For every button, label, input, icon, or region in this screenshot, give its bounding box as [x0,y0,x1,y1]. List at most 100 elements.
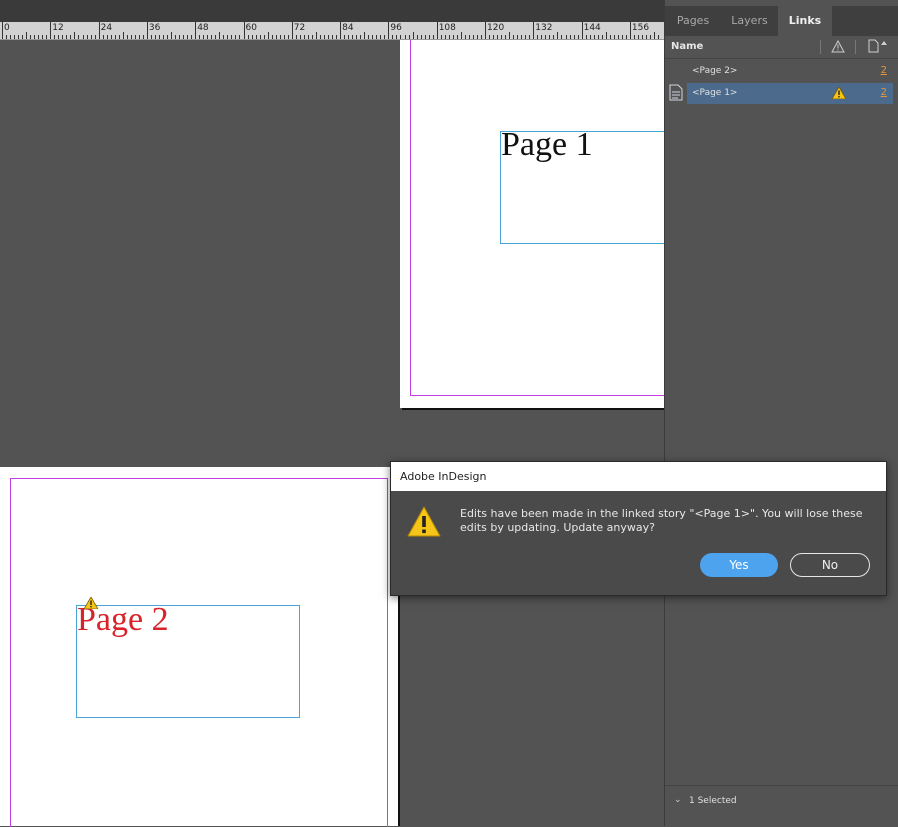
ruler-minor-tick [126,35,128,39]
ruler-minor-tick [30,35,32,39]
ruler-minor-tick [223,35,225,39]
name-column-label[interactable]: Name [671,41,703,52]
modified-warning-icon[interactable] [832,87,846,99]
ruler-minor-tick [62,35,64,39]
ruler-minor-tick [114,35,116,39]
ruler-minor-tick [267,32,269,39]
column-divider [855,40,856,54]
ruler-minor-tick [356,35,358,39]
ruler-minor-tick [637,35,639,39]
ruler-minor-tick [501,35,503,39]
ruler-tick-label: 144 [583,23,601,33]
ruler-minor-tick [34,35,36,39]
status-column-warning-icon[interactable] [831,40,845,53]
ruler-minor-tick [521,35,523,39]
panel-tabs: Pages Layers Links [665,6,898,36]
no-button[interactable]: No [790,553,870,577]
ruler-minor-tick [625,35,627,39]
page-2[interactable]: Page 2 [0,467,400,827]
page-1-text[interactable]: Page 1 [501,126,593,164]
column-divider [820,40,821,54]
ruler-minor-tick [86,35,88,39]
ruler-minor-tick [163,35,164,39]
ruler-minor-tick [187,35,189,39]
ruler-tick-label: 60 [245,23,257,33]
ruler-minor-tick [38,35,40,39]
ruler-minor-tick [529,35,531,39]
ruler-minor-tick [344,35,346,39]
ruler-minor-tick [118,35,120,39]
ruler-minor-tick [279,35,281,39]
yes-button[interactable]: Yes [700,553,778,577]
ruler-minor-tick [42,35,44,39]
ruler-minor-tick [18,35,20,39]
dialog-titlebar[interactable]: Adobe InDesign [391,462,886,491]
ruler-minor-tick [593,35,595,39]
chevron-down-icon[interactable]: ⌄ [674,795,682,805]
link-row-page-1[interactable]: <Page 1> 2 [687,83,893,104]
warning-icon [407,506,441,537]
page-column-icon[interactable] [868,39,888,53]
ruler-minor-tick [404,35,406,39]
ruler-minor-tick [654,32,656,39]
ruler-tick-label: 12 [52,23,64,33]
ruler-minor-tick [167,35,169,39]
ruler-minor-tick [295,35,297,39]
ruler-minor-tick [557,32,559,39]
ruler-minor-tick [605,32,607,39]
ruler-minor-tick [565,35,567,39]
ruler-minor-tick [553,35,555,39]
ruler-minor-tick [460,32,462,39]
tab-pages[interactable]: Pages [665,6,721,36]
ruler-minor-tick [400,35,402,39]
ruler-minor-tick [493,35,495,39]
ruler-minor-tick [183,35,185,39]
ruler-minor-tick [396,35,398,39]
ruler-minor-tick [315,32,317,39]
ruler-minor-tick [505,35,507,39]
ruler-major-tick [195,22,197,39]
tab-layers[interactable]: Layers [721,6,778,36]
ruler-major-tick [340,22,342,39]
ruler-minor-tick [247,35,249,39]
ruler-minor-tick [299,35,301,39]
selection-count: 1 Selected [689,796,737,806]
ruler-minor-tick [66,35,68,39]
ruler-minor-tick [489,35,491,39]
ruler-minor-tick [517,35,519,39]
ruler-minor-tick [541,35,543,39]
ruler-minor-tick [259,35,261,39]
ruler-minor-tick [613,35,615,39]
ruler-minor-tick [22,35,24,39]
link-page-number[interactable]: 2 [881,87,887,98]
ruler-minor-tick [384,35,386,39]
ruler-tick-label: 72 [293,23,306,33]
ruler-minor-tick [420,35,422,39]
ruler-minor-tick [336,35,338,39]
ruler-minor-tick [6,35,8,39]
ruler-minor-tick [215,35,217,39]
page-1[interactable]: Page 1 [400,40,665,408]
ruler-minor-tick [549,35,551,39]
ruler-minor-tick [352,35,354,39]
ruler-minor-tick [424,35,426,39]
link-page-number[interactable]: 2 [881,65,887,76]
ruler-minor-tick [219,32,221,39]
ruler-minor-tick [597,35,599,39]
ruler-minor-tick [448,35,450,39]
modified-link-warning-icon[interactable] [84,597,98,609]
ruler-minor-tick [472,35,474,39]
tab-links[interactable]: Links [778,6,832,36]
ruler-minor-tick [585,35,587,39]
ruler-minor-tick [74,32,76,39]
ruler-tick-label: 96 [390,23,402,33]
ruler-minor-tick [440,35,442,39]
ruler-minor-tick [235,35,237,39]
ruler-tick-label: 156 [631,23,650,33]
ruler-major-tick [581,22,583,39]
link-name: <Page 1> [692,88,738,98]
ruler-minor-tick [203,35,205,39]
ruler-minor-tick [90,35,92,39]
ruler-tick-label: 132 [535,23,553,33]
link-row-page-2[interactable]: <Page 2> 2 [665,61,893,82]
